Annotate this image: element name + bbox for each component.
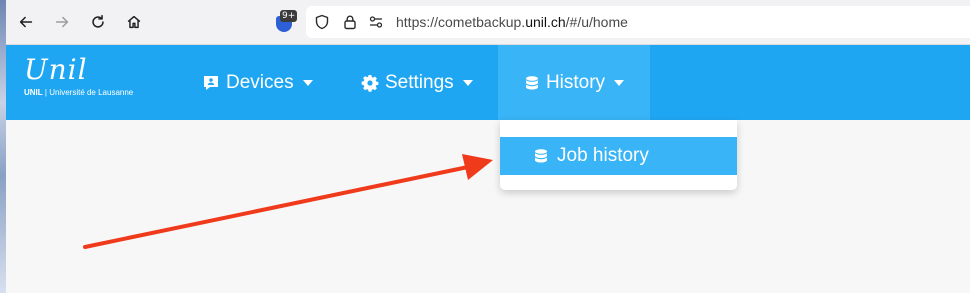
url-prefix: https://cometbackup. — [396, 14, 526, 30]
device-message-icon — [202, 74, 220, 92]
nav-history[interactable]: History — [498, 45, 650, 120]
chevron-down-icon — [462, 79, 473, 86]
forward-icon[interactable] — [52, 12, 72, 32]
menu-item-job-history-label: Job history — [557, 145, 649, 166]
nav-devices-label: Devices — [226, 71, 294, 93]
home-icon[interactable] — [124, 12, 144, 32]
url-host: unil.ch — [525, 14, 566, 30]
menu-item-job-history[interactable]: Job history — [500, 137, 737, 175]
logo-subtitle: UNIL | Université de Lausanne — [24, 88, 133, 98]
extension-icon[interactable]: 9+ — [274, 10, 298, 34]
database-icon — [524, 75, 540, 91]
reload-icon[interactable] — [88, 12, 108, 32]
url-text[interactable]: https://cometbackup.unil.ch/#/u/home — [396, 14, 628, 30]
history-dropdown-menu: Job history — [500, 120, 737, 190]
chevron-down-icon — [302, 79, 313, 86]
logo-script: Unil — [24, 53, 88, 86]
database-icon — [533, 148, 549, 164]
tracking-shield-icon[interactable] — [314, 14, 330, 30]
app-navbar: Unil UNIL | Université de Lausanne Devic… — [6, 45, 970, 120]
nav-history-label: History — [545, 71, 606, 93]
permissions-icon[interactable] — [368, 14, 384, 30]
back-icon[interactable] — [16, 12, 36, 32]
unil-logo[interactable]: Unil UNIL | Université de Lausanne — [24, 55, 133, 98]
nav-settings-label: Settings — [385, 71, 454, 93]
chevron-down-icon — [614, 79, 625, 86]
browser-toolbar: 9+ https://cometbackup.unil.ch/#/u/home — [6, 0, 970, 45]
address-bar[interactable]: https://cometbackup.unil.ch/#/u/home — [306, 6, 970, 38]
logo-sub-text: | Université de Lausanne — [42, 88, 134, 97]
logo-sub-bold: UNIL — [24, 88, 43, 97]
nav-devices[interactable]: Devices — [202, 45, 313, 120]
nav-settings[interactable]: Settings — [361, 45, 473, 120]
extension-badge: 9+ — [280, 10, 298, 22]
url-path: /#/u/home — [565, 14, 628, 30]
gear-icon — [361, 74, 379, 92]
lock-icon[interactable] — [342, 14, 358, 30]
